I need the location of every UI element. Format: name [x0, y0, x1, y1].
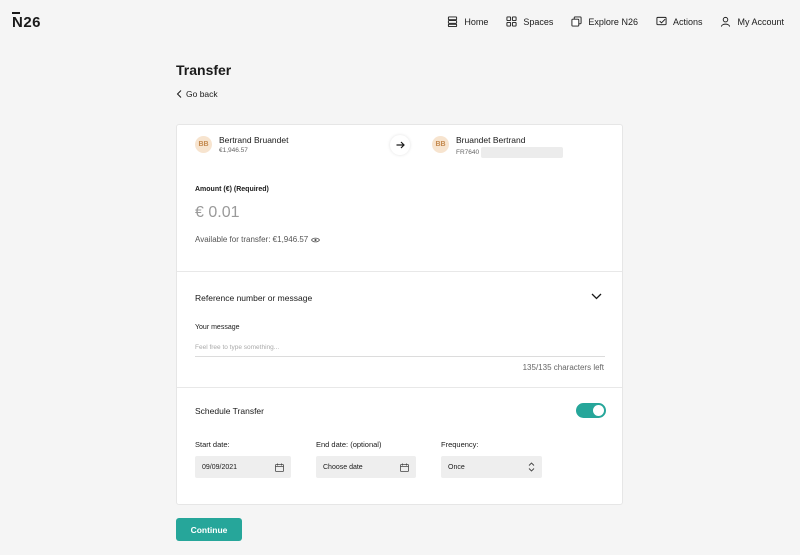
continue-button[interactable]: Continue: [176, 518, 242, 541]
nav-my-account[interactable]: My Account: [720, 16, 784, 27]
transfer-card: BB Bertrand Bruandet €1,946.57 BB Bruand…: [176, 124, 623, 505]
frequency-select[interactable]: Once: [441, 456, 542, 478]
select-arrows-icon: [528, 462, 535, 472]
nav-actions[interactable]: Actions: [656, 16, 703, 27]
recipient-iban-prefix: FR7640: [456, 149, 480, 156]
sender-info: BB Bertrand Bruandet €1,946.57: [195, 135, 288, 154]
calendar-icon: [275, 463, 284, 472]
sender-avatar: BB: [195, 136, 212, 153]
chevron-left-icon: [176, 90, 182, 98]
nav-home-label: Home: [464, 16, 489, 27]
account-icon: [721, 16, 731, 27]
available-balance: Available for transfer: €1,946.57: [195, 235, 321, 244]
arrow-right-icon: [396, 141, 405, 149]
nav-my-account-label: My Account: [737, 16, 784, 27]
nav-home[interactable]: Home: [447, 16, 488, 27]
nav-spaces-label: Spaces: [523, 16, 554, 27]
schedule-transfer-toggle[interactable]: [576, 403, 606, 418]
divider: [177, 271, 622, 272]
top-navigation: Home Spaces Explore N26 Actions My Accou…: [447, 16, 784, 27]
frequency-label: Frequency:: [441, 440, 479, 449]
sender-balance: €1,946.57: [219, 147, 248, 154]
recipient-avatar: BB: [432, 136, 449, 153]
recipient-info: BB Bruandet Bertrand FR7640: [432, 135, 564, 158]
amount-label: Amount (€) (Required): [195, 186, 269, 193]
toggle-knob: [593, 405, 604, 416]
nav-actions-label: Actions: [672, 16, 703, 27]
calendar-icon: [400, 463, 409, 472]
schedule-transfer-label: Schedule Transfer: [195, 406, 264, 416]
divider: [177, 387, 622, 388]
message-label: Your message: [195, 324, 240, 331]
recipient-name: Bruandet Bertrand: [456, 135, 526, 145]
explore-icon: [571, 16, 582, 27]
sender-name: Bertrand Bruandet: [219, 135, 289, 145]
home-icon: [448, 16, 458, 27]
end-date-label: End date: (optional): [316, 440, 382, 449]
start-date-label: Start date:: [195, 440, 230, 449]
character-count: 135/135 characters left: [522, 363, 604, 372]
end-date-field[interactable]: Choose date: [316, 456, 416, 478]
spaces-icon: [506, 16, 517, 27]
amount-input[interactable]: € 0.01: [195, 204, 239, 222]
eye-icon[interactable]: [311, 237, 321, 243]
page-title: Transfer: [176, 62, 232, 78]
message-input[interactable]: [195, 339, 605, 357]
actions-icon: [656, 16, 667, 26]
start-date-value: 09/09/2021: [202, 463, 238, 471]
nav-explore-label: Explore N26: [588, 16, 638, 27]
recipient-iban: FR7640: [456, 147, 564, 158]
nav-spaces[interactable]: Spaces: [506, 16, 553, 27]
transfer-direction: [390, 135, 410, 155]
iban-redacted: [481, 147, 564, 158]
end-date-value: Choose date: [323, 463, 363, 471]
go-back-link[interactable]: Go back: [176, 89, 218, 99]
chevron-down-icon[interactable]: [591, 293, 602, 300]
reference-header[interactable]: Reference number or message: [195, 293, 312, 303]
nav-explore[interactable]: Explore N26: [571, 16, 638, 27]
frequency-value: Once: [448, 463, 465, 471]
available-text: Available for transfer: €1,946.57: [195, 235, 309, 244]
n26-logo[interactable]: N26: [12, 12, 41, 31]
start-date-field[interactable]: 09/09/2021: [195, 456, 291, 478]
go-back-label: Go back: [186, 89, 218, 99]
